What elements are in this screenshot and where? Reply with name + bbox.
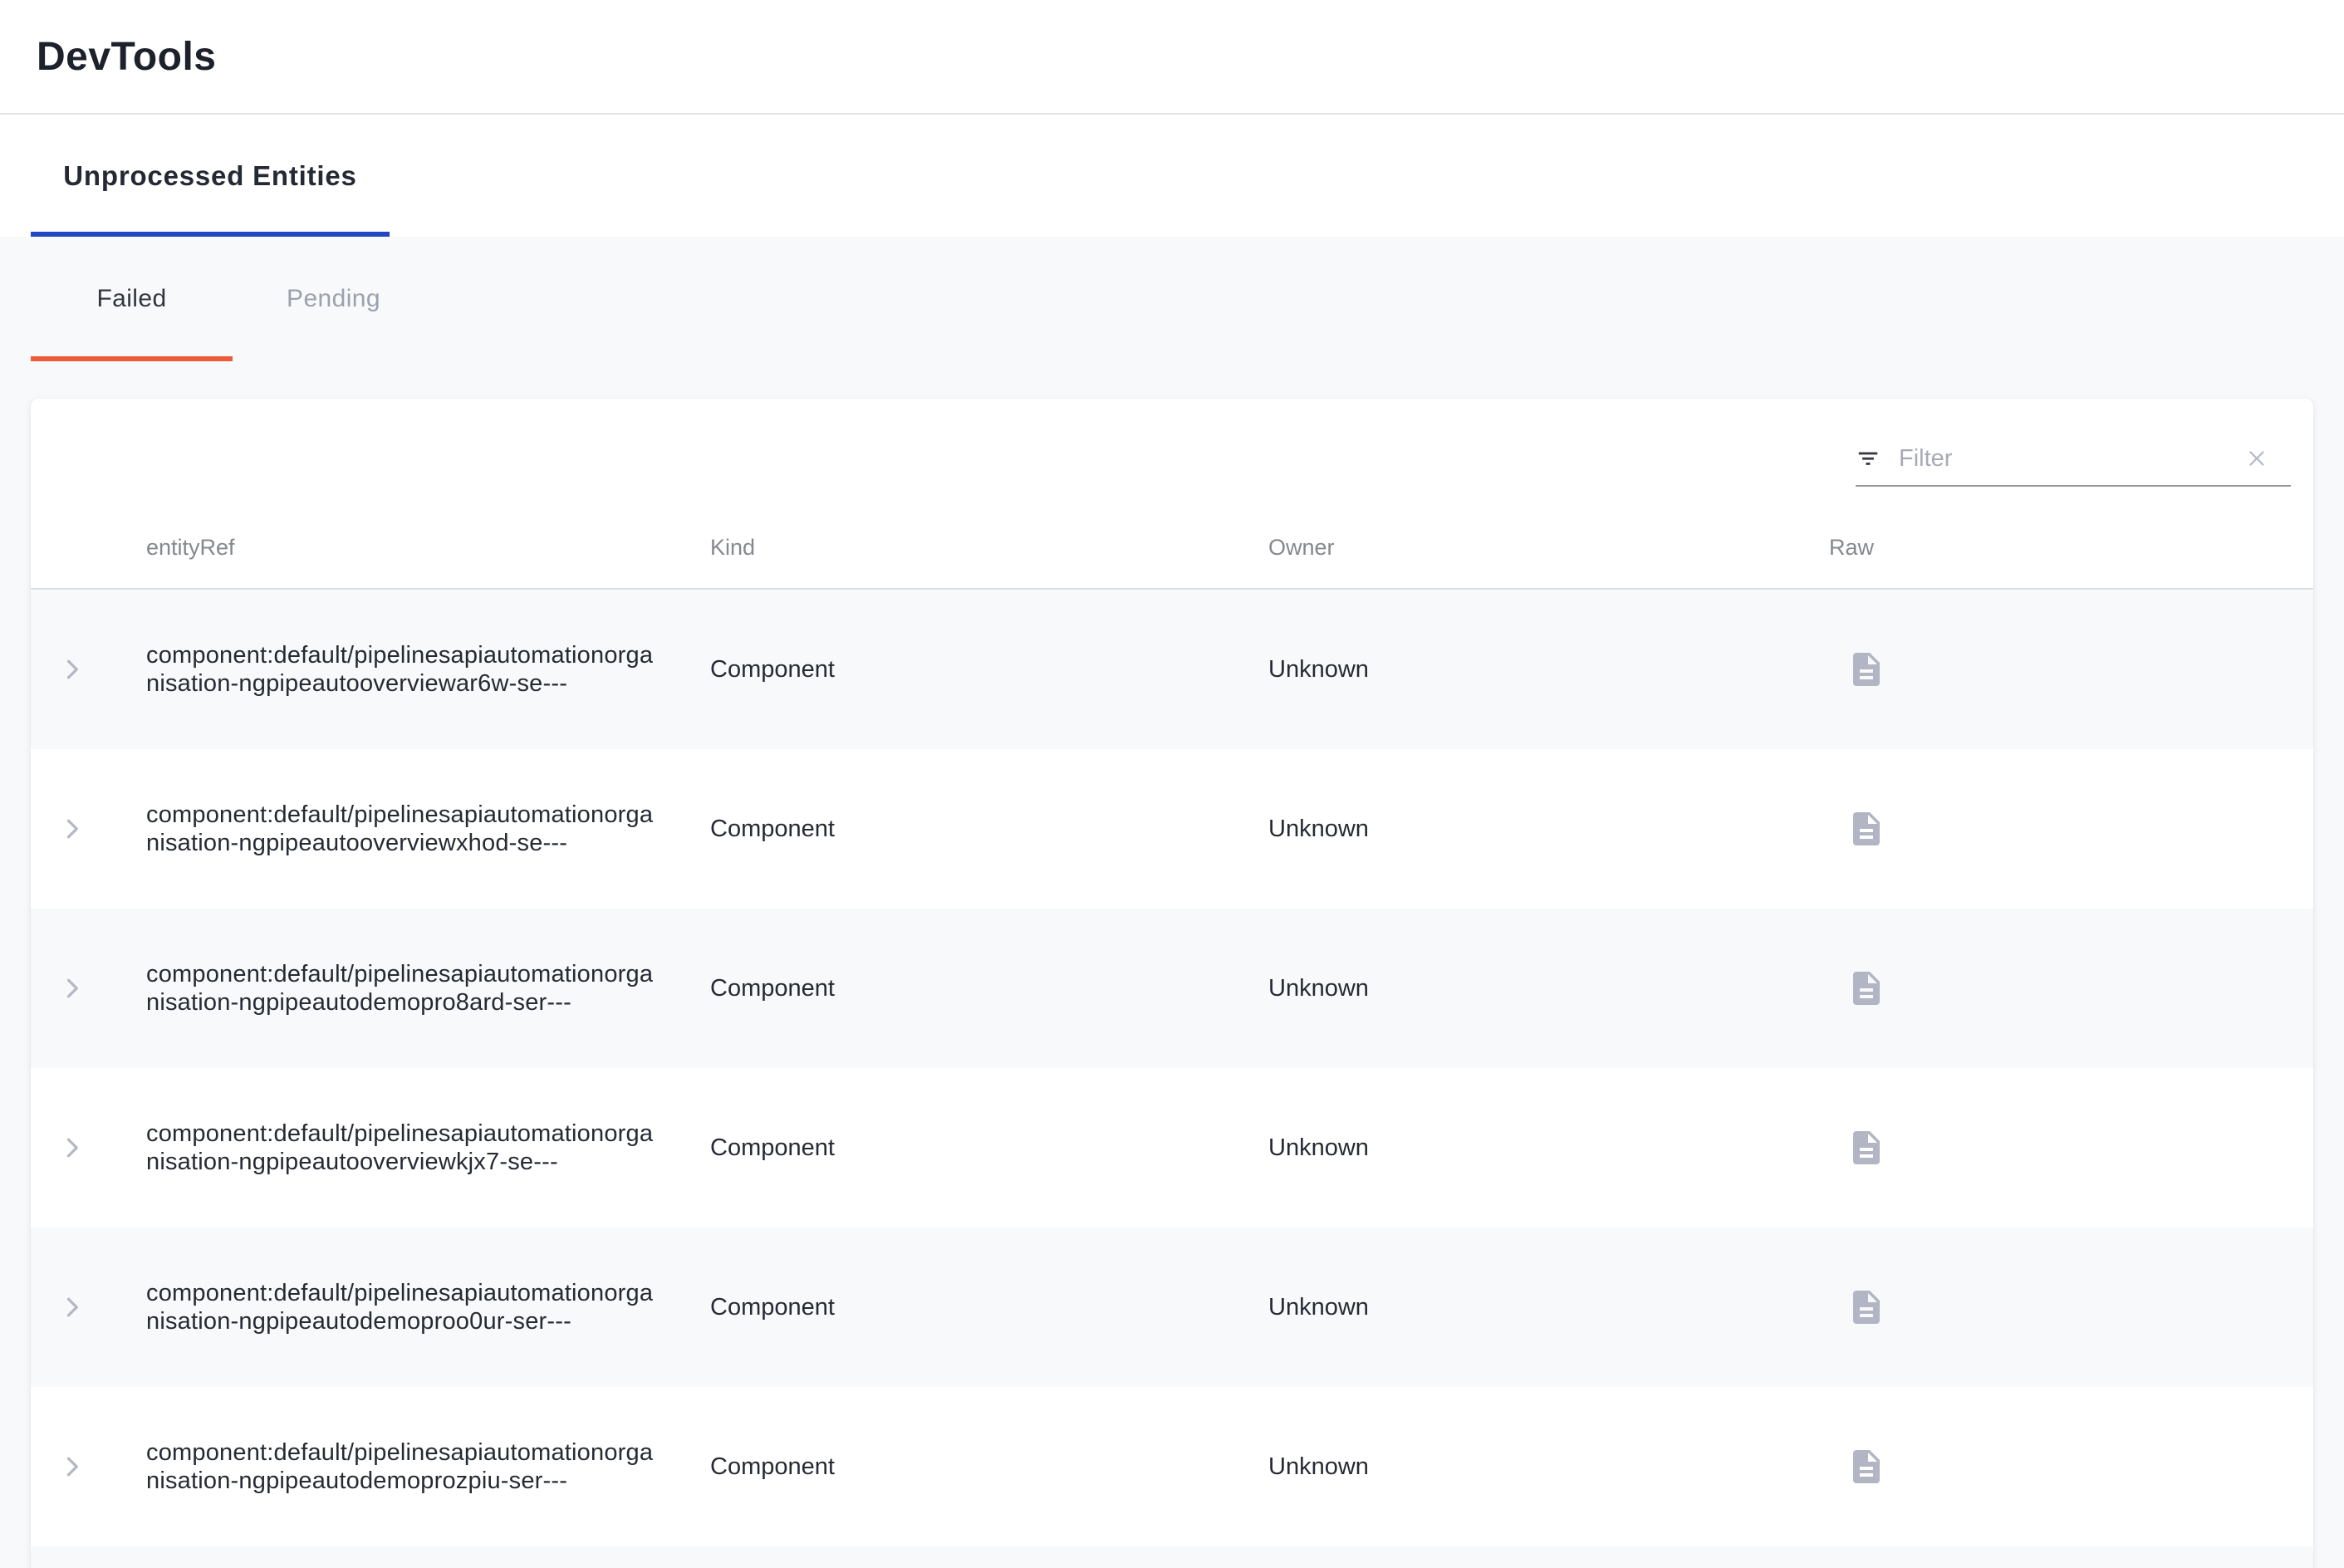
expand-row-button[interactable] (56, 653, 89, 686)
owner-cell: Unknown (1268, 1453, 1822, 1481)
table-row: component:default/pipelinesapiautomation… (31, 1387, 2313, 1546)
raw-data-button[interactable] (1846, 968, 1886, 1008)
owner-cell: Unknown (1268, 656, 1822, 684)
table-toolbar (31, 399, 2313, 507)
kind-cell: Component (710, 656, 1268, 684)
filter-input[interactable] (1899, 445, 2243, 473)
expand-row-button[interactable] (56, 1131, 89, 1164)
kind-cell: Component (710, 816, 1268, 843)
app-header: DevTools (0, 0, 2344, 115)
main-tab-bar: Unprocessed Entities (0, 115, 2344, 237)
tab-unprocessed-entities[interactable]: Unprocessed Entities (31, 115, 390, 237)
entity-ref: component:default/pipelinesapiautomation… (146, 1438, 663, 1495)
column-kind: Kind (710, 535, 1268, 561)
entity-ref: component:default/pipelinesapiautomation… (146, 641, 663, 698)
tab-pending[interactable]: Pending (233, 237, 434, 361)
failed-entities-card: entityRef Kind Owner Raw component:defau… (31, 399, 2313, 1568)
clear-filter-button[interactable] (2243, 444, 2271, 473)
raw-data-button[interactable] (1846, 1287, 1886, 1327)
kind-cell: Component (710, 1453, 1268, 1481)
filter-field[interactable] (1856, 432, 2291, 487)
table-row: component:default/pipelinesapiautomation… (31, 909, 2313, 1068)
entity-ref: component:default/pipelinesapiautomation… (146, 801, 663, 857)
table-row: component:default/pipelinesapiautomation… (31, 749, 2313, 909)
page-title: DevTools (37, 34, 216, 80)
expand-row-button[interactable] (56, 812, 89, 845)
document-icon (1846, 968, 1886, 1008)
raw-data-button[interactable] (1846, 809, 1886, 849)
column-raw: Raw (1822, 535, 2313, 561)
table-row: component:default/pipelinesapiautomation… (31, 1068, 2313, 1227)
chevron-right-icon (57, 1452, 87, 1482)
table-body: component:default/pipelinesapiautomation… (31, 590, 2313, 1568)
subtab-label: Failed (96, 285, 166, 313)
column-owner: Owner (1268, 535, 1822, 561)
entity-ref: component:default/pipelinesapiautomation… (146, 1120, 663, 1176)
raw-data-button[interactable] (1846, 1447, 1886, 1487)
chevron-right-icon (57, 973, 87, 1003)
chevron-right-icon (57, 1133, 87, 1163)
chevron-right-icon (57, 1292, 87, 1322)
document-icon (1846, 809, 1886, 849)
table-row: component:default/pipelinesapiautomation… (31, 1227, 2313, 1387)
owner-cell: Unknown (1268, 1294, 1822, 1321)
document-icon (1846, 1447, 1886, 1487)
close-icon (2244, 446, 2269, 471)
owner-cell: Unknown (1268, 975, 1822, 1002)
chevron-right-icon (57, 654, 87, 684)
document-icon (1846, 649, 1886, 689)
filter-list-icon (1856, 446, 1881, 471)
devtools-page: DevTools Unprocessed Entities Failed Pen… (0, 0, 2344, 1568)
owner-cell: Unknown (1268, 816, 1822, 843)
tab-label: Unprocessed Entities (63, 160, 356, 192)
column-entityref: entityRef (146, 535, 710, 561)
expand-row-button[interactable] (56, 1450, 89, 1483)
entity-ref: component:default/pipelinesapiautomation… (146, 960, 663, 1017)
subtab-label: Pending (287, 285, 380, 313)
table-row-partial (31, 1546, 2313, 1568)
entity-ref: component:default/pipelinesapiautomation… (146, 1279, 663, 1335)
chevron-right-icon (57, 814, 87, 844)
table-header: entityRef Kind Owner Raw (31, 507, 2313, 590)
tab-failed[interactable]: Failed (31, 237, 233, 361)
kind-cell: Component (710, 1134, 1268, 1162)
raw-data-button[interactable] (1846, 1128, 1886, 1168)
active-subtab-indicator (31, 356, 233, 361)
kind-cell: Component (710, 975, 1268, 1002)
expand-row-button[interactable] (56, 972, 89, 1005)
owner-cell: Unknown (1268, 1134, 1822, 1162)
table-row: component:default/pipelinesapiautomation… (31, 590, 2313, 749)
status-tab-bar: Failed Pending (0, 237, 2344, 361)
document-icon (1846, 1128, 1886, 1168)
document-icon (1846, 1287, 1886, 1327)
kind-cell: Component (710, 1294, 1268, 1321)
raw-data-button[interactable] (1846, 649, 1886, 689)
expand-row-button[interactable] (56, 1291, 89, 1324)
